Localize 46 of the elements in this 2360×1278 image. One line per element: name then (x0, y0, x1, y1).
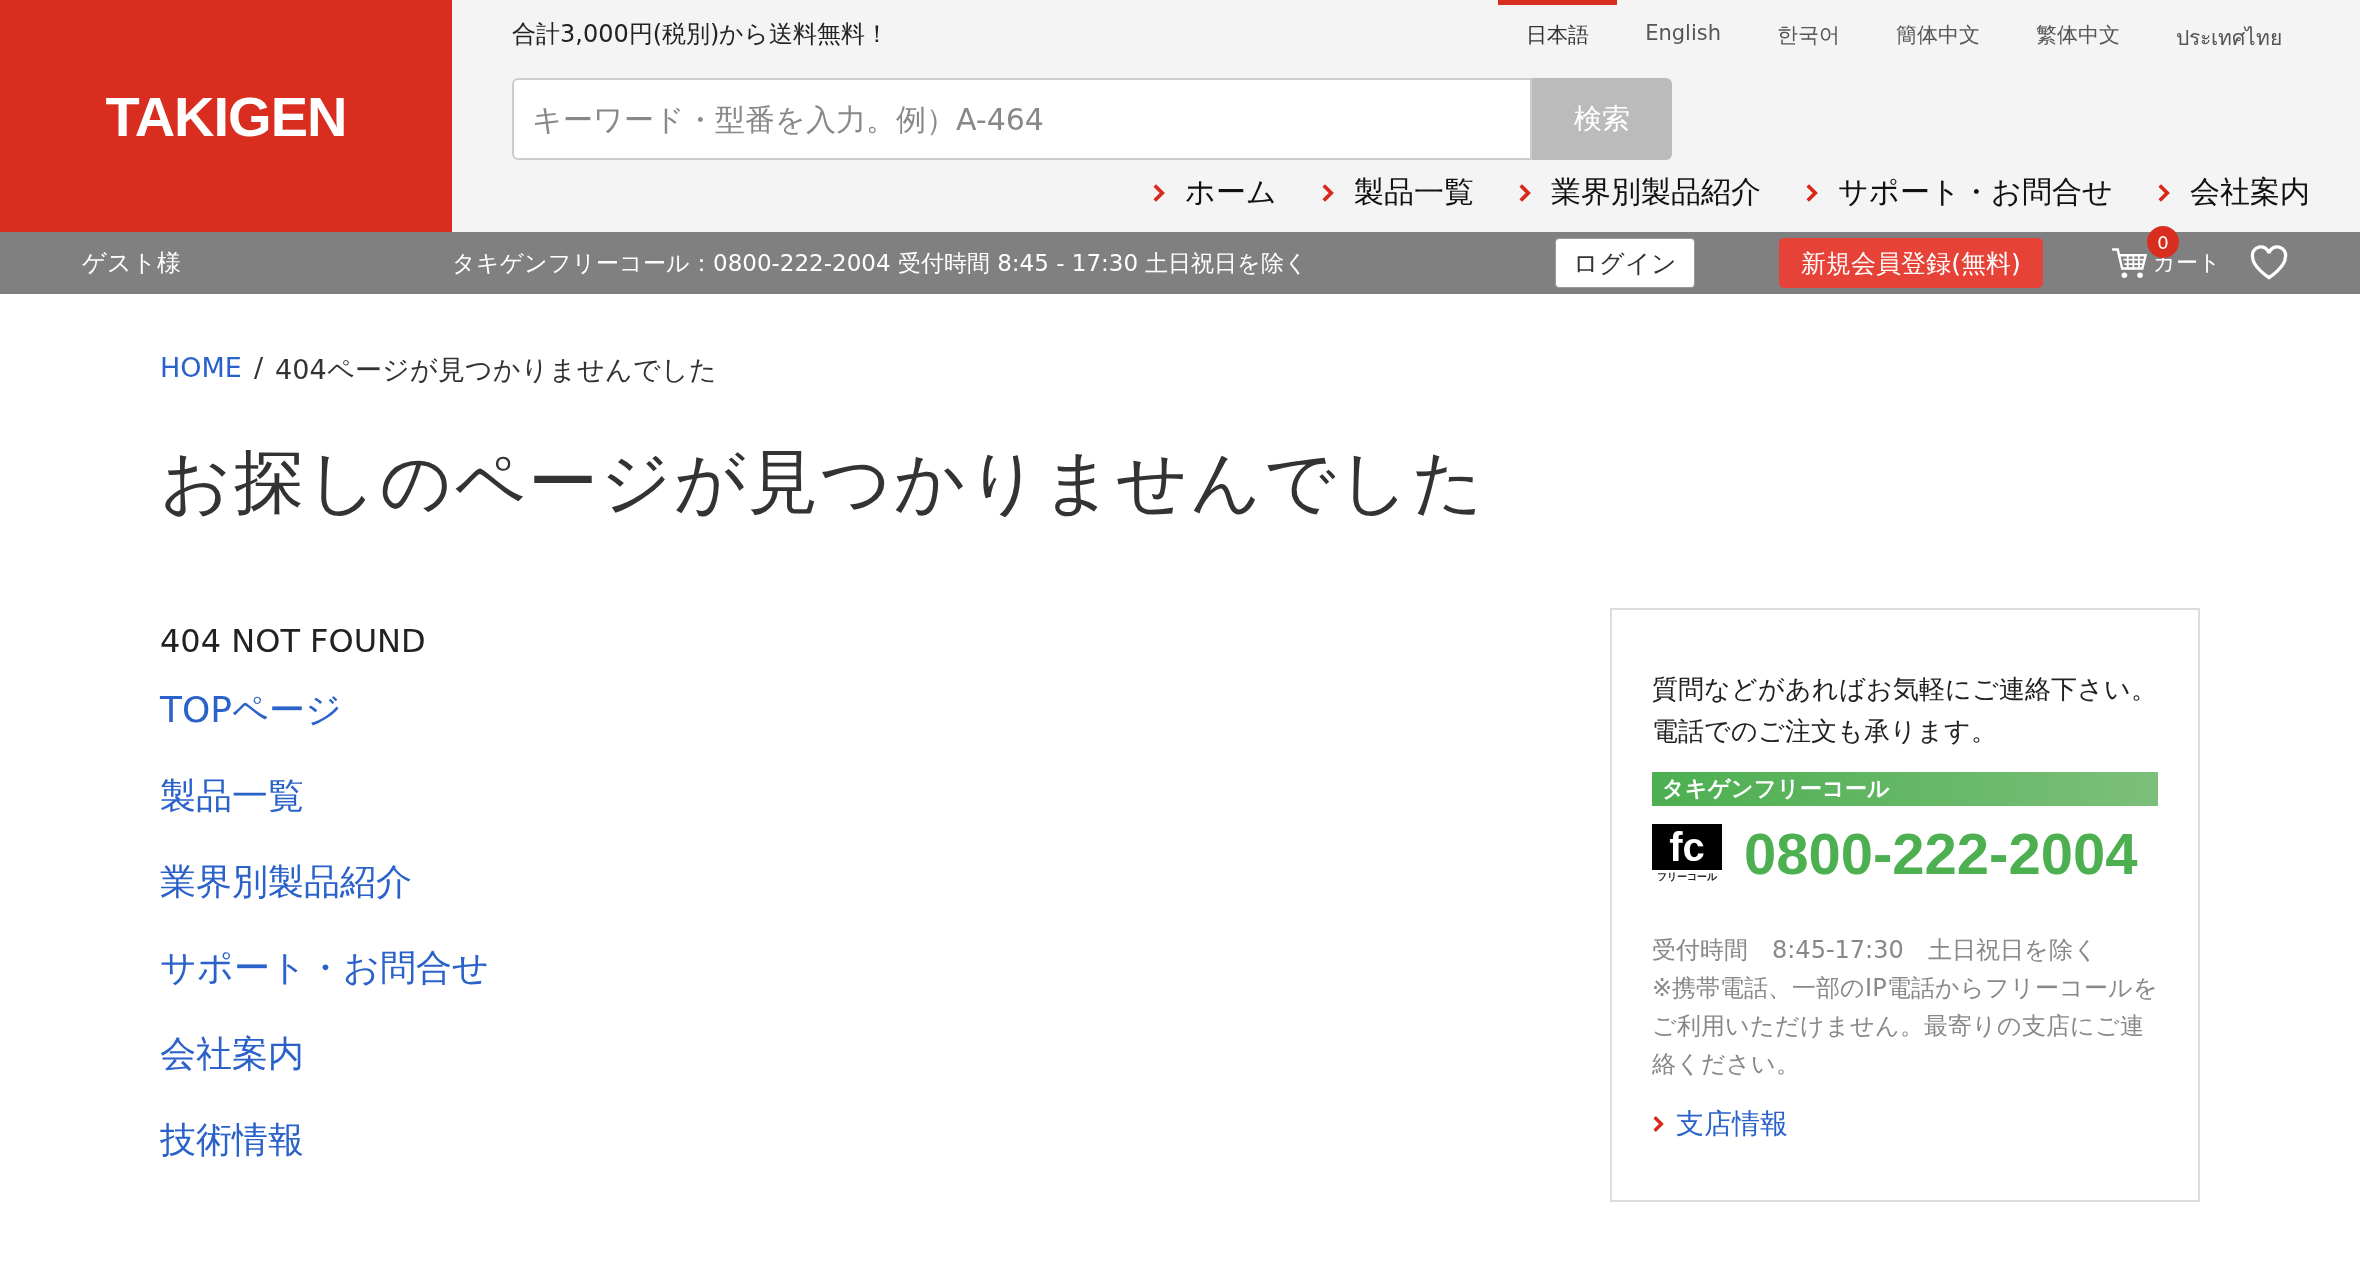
page-link[interactable]: 製品一覧 (160, 772, 489, 858)
chevron-icon (1152, 182, 1165, 203)
breadcrumb-current: 404ページが見つかりませんでした (275, 353, 717, 387)
nav-link[interactable]: サポート・お問合せ (1805, 172, 2113, 213)
language-tab[interactable]: 한국어 (1749, 0, 1868, 66)
nav-link[interactable]: ホーム (1152, 172, 1277, 213)
free-call-logo: fc フリーコール (1652, 823, 1722, 884)
heart-icon[interactable] (2249, 245, 2289, 281)
phone-number: 0800-222-2004 (1744, 820, 2138, 887)
logo-panel[interactable]: TAKIGEN (0, 0, 452, 232)
language-tab[interactable]: 簡体中文 (1868, 0, 2008, 66)
login-button[interactable]: ログイン (1555, 238, 1695, 288)
breadcrumb-separator: / (253, 352, 264, 385)
chevron-icon (2157, 182, 2170, 203)
chevron-icon (1321, 182, 1334, 203)
language-tab[interactable]: 日本語 (1498, 0, 1618, 66)
page-link[interactable]: 技術情報 (160, 1116, 489, 1202)
breadcrumb-home-link[interactable]: HOME (160, 352, 242, 388)
free-call-banner: タキゲンフリーコール (1652, 772, 2158, 806)
page-link[interactable]: サポート・お問合せ (160, 944, 489, 1030)
page-link[interactable]: 会社案内 (160, 1030, 489, 1116)
page-link[interactable]: 業界別製品紹介 (160, 858, 489, 944)
language-tab[interactable]: English (1617, 0, 1749, 66)
logo-text: TAKIGEN (105, 83, 347, 149)
nav-link[interactable]: 会社案内 (2157, 172, 2310, 213)
page-link[interactable]: TOPページ (160, 686, 489, 772)
contact-intro: 質問などがあればお気軽にご連絡下さい。電話でのご注文も承ります。 (1652, 673, 2158, 748)
chevron-icon (1652, 1115, 1664, 1133)
phone-note: ※携帯電話、一部のIP電話からフリーコールをご利用いただけません。最寄りの支店にご連絡ください。 (1652, 973, 2158, 1080)
nav-link[interactable]: 製品一覧 (1321, 172, 1474, 213)
cart-icon (2111, 246, 2149, 280)
branch-info-link[interactable]: 支店情報 (1652, 1105, 2158, 1143)
language-tab[interactable]: 繁体中文 (2008, 0, 2148, 66)
guest-label: ゲスト様 (82, 248, 182, 279)
page-title: お探しのページが見つかりませんでした (160, 440, 1487, 525)
business-hours: 受付時間 8:45-17:30 土日祝日を除く (1652, 935, 2099, 966)
register-button[interactable]: 新規会員登録(無料) (1779, 238, 2043, 288)
language-tab[interactable]: ประเทศไทย (2148, 0, 2310, 66)
nav-link[interactable]: 業界別製品紹介 (1518, 172, 1761, 213)
chevron-icon (1518, 182, 1531, 203)
shipping-note: 合計3,000円(税別)から送料無料！ (512, 19, 890, 50)
search-field[interactable]: キーワード・型番を入力。例）A-464 (512, 78, 1532, 160)
chevron-icon (1805, 182, 1818, 203)
free-call-info: タキゲンフリーコール：0800-222-2004 受付時間 8:45 - 17:30 土日祝日を除く (452, 248, 1310, 278)
cart-count-badge: 0 (2147, 226, 2179, 258)
error-status: 404 NOT FOUND (160, 622, 427, 660)
